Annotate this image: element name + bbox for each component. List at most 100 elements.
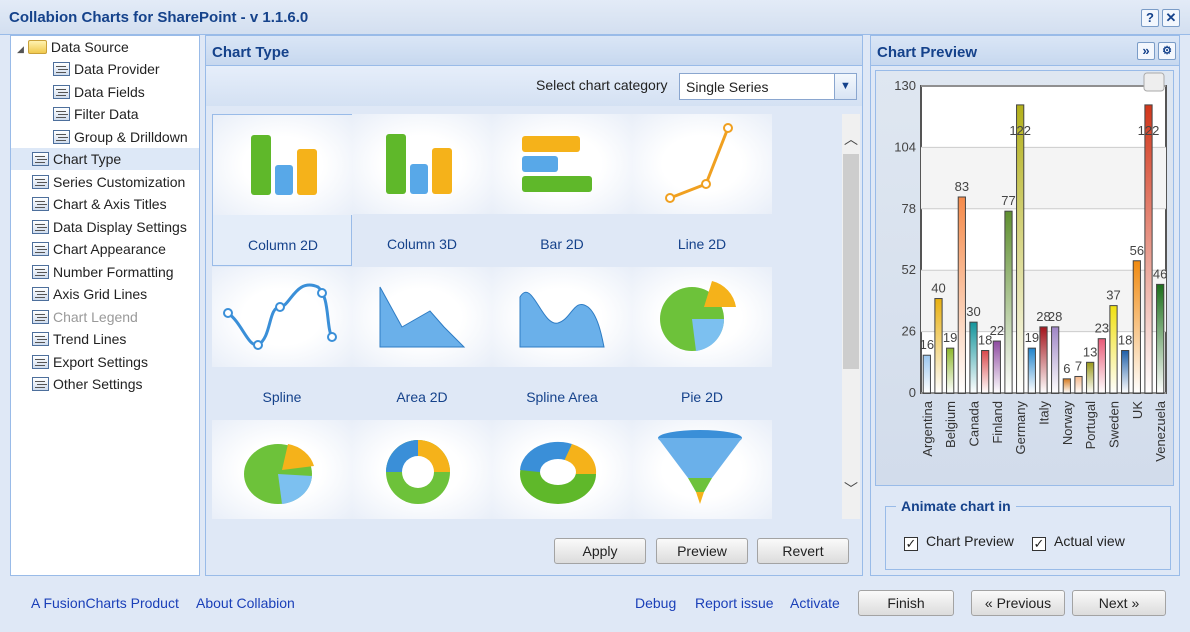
tree-node-label: Data Provider: [74, 61, 160, 77]
tree-node-data-source[interactable]: ◢ Data Source: [17, 36, 129, 58]
tree-node[interactable]: Data Fields: [53, 81, 145, 103]
tree-node[interactable]: Number Formatting: [11, 261, 199, 283]
help-button[interactable]: ?: [1141, 9, 1159, 27]
tree-node[interactable]: Export Settings: [11, 351, 199, 373]
chart-type-tile[interactable]: Area 2D: [352, 267, 492, 419]
tree-node-label: Number Formatting: [53, 263, 174, 280]
data-label: 56: [1130, 243, 1144, 258]
bar: [1144, 104, 1153, 394]
form-icon: [32, 197, 49, 211]
preview-button[interactable]: Preview: [656, 538, 748, 564]
chart-type-tile[interactable]: Pie 2D: [632, 267, 772, 419]
form-icon: [32, 174, 49, 189]
window-title: Collabion Charts for SharePoint - v 1.1.…: [9, 9, 309, 26]
finish-button[interactable]: Finish: [858, 590, 954, 616]
select-value: Single Series: [686, 79, 769, 95]
checkbox-checked-icon[interactable]: ✓: [904, 537, 918, 551]
chart-type-tile[interactable]: Doughnut 3D: [492, 420, 632, 519]
x-tick-label: Finland: [990, 401, 1005, 444]
tree-node[interactable]: Series Customization: [11, 171, 199, 193]
chart-type-icon: [492, 267, 632, 367]
tree-node[interactable]: Chart Type: [11, 148, 199, 170]
tree-node[interactable]: Data Provider: [53, 58, 160, 80]
chart-type-icon: [632, 420, 772, 519]
close-button[interactable]: ✕: [1162, 9, 1180, 27]
tree-node-label: Chart Appearance: [53, 241, 166, 257]
collapse-arrow-icon[interactable]: ◢: [17, 44, 24, 54]
data-label: 6: [1063, 361, 1070, 376]
form-icon: [32, 287, 49, 301]
gallery-scrollbar[interactable]: ︿ ﹀: [842, 114, 860, 519]
tree-node[interactable]: Chart & Axis Titles: [11, 193, 199, 215]
tree-node[interactable]: Chart Appearance: [11, 238, 199, 260]
scroll-thumb[interactable]: [843, 154, 859, 369]
bar: [1027, 347, 1036, 394]
form-icon: [32, 332, 49, 346]
chart-type-icon: [352, 267, 492, 367]
bar: [1097, 338, 1106, 394]
chart-type-tile[interactable]: Spline Area: [492, 267, 632, 419]
x-tick-label: Germany: [1013, 401, 1028, 455]
tree-node[interactable]: Other Settings: [11, 373, 199, 395]
chart-preview-checkbox[interactable]: ✓ Chart Preview: [904, 533, 1014, 551]
form-icon: [32, 264, 49, 279]
tree-node[interactable]: Axis Grid Lines: [11, 283, 199, 305]
chart-type-icon: [492, 114, 632, 214]
y-tick-label: 52: [902, 262, 916, 277]
next-button[interactable]: Next »: [1072, 590, 1166, 616]
chart-type-tile[interactable]: Spline: [212, 267, 352, 419]
tree-node-label: Series Customization: [53, 173, 186, 190]
chart-type-tile[interactable]: Column 3D: [352, 114, 492, 266]
x-tick-label: Belgium: [943, 401, 958, 448]
tree-node-label: Axis Grid Lines: [53, 286, 148, 302]
scroll-down-icon[interactable]: ﹀: [842, 479, 860, 499]
tree-node[interactable]: Chart Legend: [11, 306, 199, 328]
actual-view-checkbox[interactable]: ✓ Actual view: [1032, 533, 1125, 551]
gear-icon[interactable]: ⚙: [1158, 42, 1176, 60]
x-tick-label: Italy: [1037, 401, 1052, 425]
data-label: 18: [1118, 332, 1132, 347]
tree-node[interactable]: Filter Data: [53, 103, 139, 125]
form-icon: [53, 129, 70, 144]
chart-preview: 0 26 52 78 104 130 16 Argentina 40 19 Belgium 83 30 C…: [875, 70, 1174, 486]
data-label: 19: [1025, 330, 1039, 345]
tree-node-label: Group & Drilldown: [74, 128, 188, 145]
apply-button[interactable]: Apply: [554, 538, 646, 564]
tree-node-label: Chart Legend: [53, 308, 138, 325]
expand-icon[interactable]: »: [1137, 42, 1155, 60]
chart-type-tile[interactable]: Line 2D: [632, 114, 772, 266]
bar: [1121, 349, 1130, 394]
chart-type-tile[interactable]: Funnel: [632, 420, 772, 519]
fusioncharts-link[interactable]: A FusionCharts Product: [31, 595, 179, 611]
bar: [1132, 260, 1141, 394]
chart-type-icon: [352, 114, 492, 214]
debug-link[interactable]: Debug: [635, 595, 676, 611]
tree-node[interactable]: Data Display Settings: [11, 216, 199, 238]
tree-node-label: Data Fields: [74, 83, 145, 100]
chart-type-tile[interactable]: Pie 3D: [212, 420, 352, 519]
checkbox-checked-icon[interactable]: ✓: [1032, 537, 1046, 551]
form-icon: [32, 377, 49, 391]
chevron-down-icon[interactable]: ▼: [834, 74, 856, 99]
about-link[interactable]: About Collabion: [196, 595, 295, 611]
tree-node[interactable]: Trend Lines: [11, 328, 199, 350]
chart-type-tile[interactable]: Doughnut 2D: [352, 420, 492, 519]
chart-type-panel: Chart Type Select chart category Single …: [205, 35, 863, 576]
settings-tree: ◢ Data Source Data Provider Data Fields Fil…: [10, 35, 200, 576]
scroll-up-icon[interactable]: ︿: [842, 129, 860, 149]
activate-link[interactable]: Activate: [790, 595, 840, 611]
tree-node[interactable]: Group & Drilldown: [53, 126, 188, 148]
category-label: Select chart category: [536, 77, 668, 93]
chart-type-tile[interactable]: Column 2D: [212, 114, 353, 266]
chart-type-tile[interactable]: Bar 2D: [492, 114, 632, 266]
data-label: 28: [1048, 309, 1062, 324]
report-issue-link[interactable]: Report issue: [695, 595, 774, 611]
chart-category-select[interactable]: Single Series ▼: [679, 73, 857, 100]
bar: [1086, 361, 1095, 394]
column-chart: 0 26 52 78 104 130 16 Argentina 40 19 Belgium 83 30 C…: [894, 72, 1168, 462]
data-label: 122: [1138, 123, 1160, 138]
previous-button[interactable]: « Previous: [971, 590, 1065, 616]
revert-button[interactable]: Revert: [757, 538, 849, 564]
panel-title: Chart Type: [206, 36, 862, 66]
chart-type-label: Column 2D: [247, 237, 319, 253]
